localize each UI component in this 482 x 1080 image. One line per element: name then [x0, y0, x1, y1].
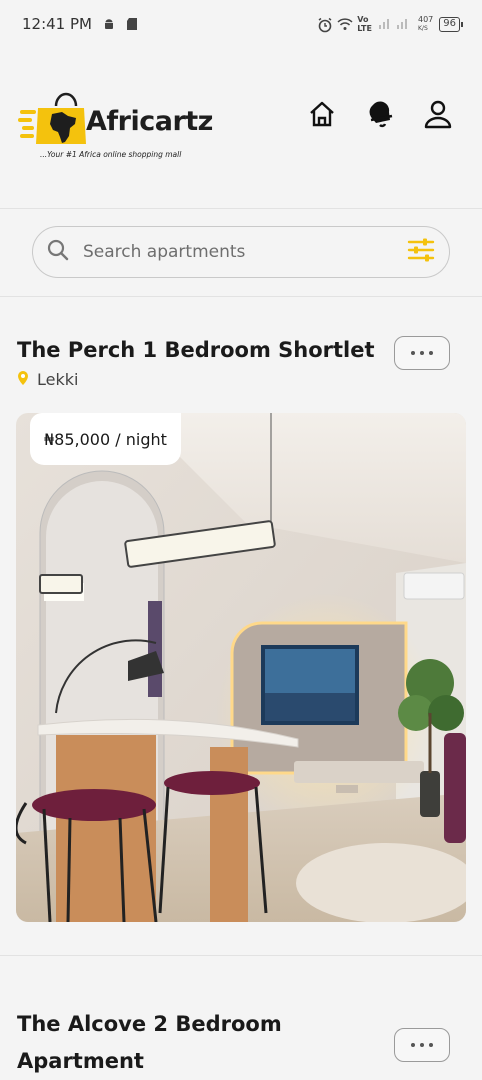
bell-icon[interactable]: [364, 98, 396, 130]
brand-tagline: ...Your #1 Africa online shopping mall: [40, 150, 182, 159]
more-options-button[interactable]: [394, 336, 450, 370]
location-pin-icon: [17, 370, 29, 389]
price-tag: ₦85,000 / night: [30, 413, 181, 465]
search-bar[interactable]: [32, 226, 450, 278]
brand-name: Africartz: [86, 106, 213, 137]
battery-indicator: 96: [439, 16, 463, 32]
brand-logo[interactable]: Africartz ...Your #1 Africa online shopp…: [18, 84, 238, 164]
home-icon[interactable]: [306, 98, 338, 130]
status-bar: 12:41 PM Vo LTE 407 K/S 96: [0, 0, 482, 48]
user-profile-icon[interactable]: [422, 98, 454, 130]
search-icon: [47, 239, 69, 265]
listing-photo[interactable]: [16, 413, 466, 922]
search-input[interactable]: [83, 242, 407, 262]
filter-sliders-icon[interactable]: [407, 236, 435, 268]
wifi-icon: [337, 17, 353, 31]
listing-title[interactable]: The Alcove 2 Bedroom Apartment: [17, 1006, 317, 1080]
sd-card-icon: [126, 17, 140, 31]
listing-title[interactable]: The Perch 1 Bedroom Shortlet: [17, 332, 377, 369]
listing-divider: [0, 955, 482, 956]
listing-location: Lekki: [17, 370, 78, 389]
header-divider: [0, 208, 482, 209]
more-options-button[interactable]: [394, 1028, 450, 1062]
signal-icon: [378, 16, 412, 33]
status-time: 12:41 PM: [22, 15, 92, 33]
volte-indicator: Vo LTE: [357, 15, 372, 33]
search-divider: [0, 296, 482, 297]
android-icon: [102, 17, 116, 31]
app-header: Africartz ...Your #1 Africa online shopp…: [0, 70, 482, 180]
alarm-icon: [317, 17, 332, 33]
network-speed: 407 K/S: [417, 15, 434, 32]
location-text: Lekki: [37, 370, 79, 389]
